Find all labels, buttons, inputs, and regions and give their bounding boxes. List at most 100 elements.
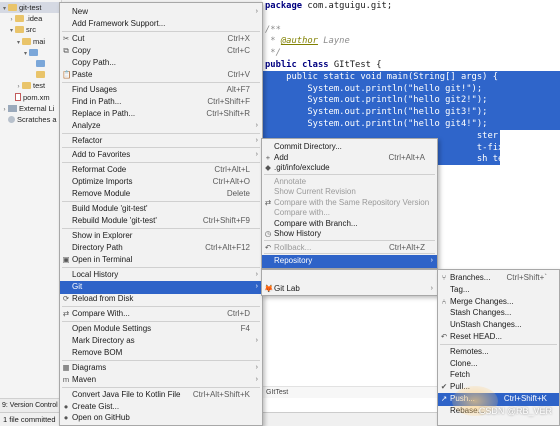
menu-item-optimize-imports[interactable]: Optimize Imports Ctrl+Alt+O xyxy=(60,176,262,189)
menu-item-build-module-git-test[interactable]: Build Module 'git-test' xyxy=(60,203,262,216)
menu-item-rebuild-module-git-test[interactable]: Rebuild Module 'git-test' Ctrl+Shift+F9 xyxy=(60,215,262,228)
tree-item[interactable] xyxy=(0,58,61,69)
reset-icon: ↶ xyxy=(440,332,448,341)
menu-item-remove-module[interactable]: Remove Module Delete xyxy=(60,188,262,201)
repo-item-stash-changes[interactable]: Stash Changes... xyxy=(438,307,559,320)
watermark: CSDN @RB_VER xyxy=(478,406,552,416)
tree-item-git-test[interactable]: ▾ git-test xyxy=(0,2,61,13)
menu-item-find-in-path[interactable]: Find in Path... Ctrl+Shift+F xyxy=(60,96,262,109)
tree-item-label: .idea xyxy=(26,14,43,24)
menu-item-mark-directory-as[interactable]: Mark Directory as › xyxy=(60,335,262,348)
menu-item-add-to-favorites[interactable]: Add to Favorites › xyxy=(60,149,262,162)
tree-item-scratches-a[interactable]: Scratches a xyxy=(0,114,61,125)
code-line: System.out.println("hello git!"); xyxy=(262,82,560,95)
repo-item-unstash-changes[interactable]: UnStash Changes... xyxy=(438,319,559,332)
menu-item-label: Git Lab xyxy=(274,284,300,293)
menu-item-label: Replace in Path... xyxy=(72,108,136,118)
tree-item-idea[interactable]: › .idea xyxy=(0,13,61,24)
compare-icon: ⇄ xyxy=(264,197,272,207)
menu-item-shortcut: Ctrl+V xyxy=(227,69,250,79)
menu-item-shortcut: Ctrl+D xyxy=(227,308,250,318)
history-icon: ◷ xyxy=(264,229,272,238)
menu-item-analyze[interactable]: Analyze › xyxy=(60,120,262,133)
tree-item-label: Scratches a xyxy=(17,115,57,124)
paste-icon: 📋 xyxy=(62,69,72,79)
menu-item-convert-java-file-to-kotlin-file[interactable]: Convert Java File to Kotlin File Ctrl+Alt… xyxy=(60,389,262,402)
menu-separator xyxy=(62,162,260,164)
folder-icon xyxy=(8,4,17,11)
code-line: /** xyxy=(265,24,281,35)
menu-item-copy[interactable]: ⧉ Copy Ctrl+C xyxy=(60,45,262,58)
menu-separator xyxy=(62,132,260,134)
menu-item-git[interactable]: Git › xyxy=(60,280,262,294)
menu-item-directory-path[interactable]: Directory Path Ctrl+Alt+F12 xyxy=(60,242,262,255)
menu-separator xyxy=(62,30,260,32)
menu-separator xyxy=(440,343,557,345)
menu-item-paste[interactable]: 📋 Paste Ctrl+V xyxy=(60,69,262,82)
tree-item-label: src xyxy=(26,25,36,35)
folder-icon xyxy=(15,26,24,34)
menu-item-label: Maven xyxy=(72,374,97,384)
scratch-icon xyxy=(8,116,15,123)
project-context-menu: New › Add Framework Support... ✂ Cut Ctrl+X ⧉ C… xyxy=(59,2,263,426)
menu-item-diagrams[interactable]: ▦ Diagrams › xyxy=(60,362,262,375)
code-line: public static void main(String[] args) { xyxy=(262,70,560,83)
code-line: System.out.println("hello git2!"); xyxy=(262,94,560,107)
push-icon: ↗ xyxy=(440,394,448,403)
menu-item-find-usages[interactable]: Find Usages Alt+F7 xyxy=(60,84,262,97)
menu-item-compare-with[interactable]: ⇄ Compare With... Ctrl+D xyxy=(60,308,262,321)
tree-item[interactable] xyxy=(0,69,61,80)
tree-item-pom-xm[interactable]: pom.xm xyxy=(0,92,61,103)
menu-item-label: Cut xyxy=(72,33,85,43)
git-item-git-lab[interactable]: 🦊 Git Lab › xyxy=(262,283,437,296)
maven-icon: m xyxy=(62,374,70,384)
menu-item-shortcut: Ctrl+Shift+F9 xyxy=(202,216,250,226)
tree-item-src[interactable]: ▾ src xyxy=(0,24,61,35)
menu-item-shortcut: Ctrl+Shift+` xyxy=(506,273,547,282)
menu-item-label: Add to Favorites xyxy=(72,150,131,160)
add-icon: + xyxy=(265,152,271,162)
repo-item-clone[interactable]: Clone... xyxy=(438,358,559,371)
repo-item-fetch[interactable]: Fetch xyxy=(438,369,559,382)
repo-item-branches[interactable]: ⑂ Branches... Ctrl+Shift+` xyxy=(438,272,559,285)
submenu-arrow-icon: › xyxy=(430,285,433,292)
menu-item-open-module-settings[interactable]: Open Module Settings F4 xyxy=(60,323,262,336)
menu-item-label: Remove Module xyxy=(72,189,131,199)
menu-item-shortcut: F4 xyxy=(240,323,250,333)
menu-item-local-history[interactable]: Local History › xyxy=(60,269,262,282)
menu-item-shortcut: Ctrl+X xyxy=(227,33,250,43)
tree-item[interactable]: ▾ xyxy=(0,47,61,58)
folder-icon xyxy=(22,82,31,90)
menu-item-open-in-terminal[interactable]: ▣ Open in Terminal xyxy=(60,254,262,267)
menu-item-cut[interactable]: ✂ Cut Ctrl+X xyxy=(60,33,262,46)
github-icon: ● xyxy=(63,401,69,411)
menu-separator xyxy=(62,147,260,149)
menu-item-label: Remotes... xyxy=(450,346,489,356)
tree-item-test[interactable]: › test xyxy=(0,80,61,91)
repo-item-tag[interactable]: Tag... xyxy=(438,284,559,297)
menu-item-reformat-code[interactable]: Reformat Code Ctrl+Alt+L xyxy=(60,164,262,177)
menu-separator xyxy=(62,305,260,307)
repo-item-merge-changes[interactable]: ⑃ Merge Changes... xyxy=(438,296,559,309)
menu-item-show-in-explorer[interactable]: Show in Explorer xyxy=(60,230,262,243)
repo-item-reset-head[interactable]: ↶ Reset HEAD... xyxy=(438,331,559,344)
tree-item-external-li[interactable]: › External Li xyxy=(0,103,61,114)
menu-item-maven[interactable]: m Maven › xyxy=(60,374,262,387)
menu-item-reload-from-disk[interactable]: ⟳ Reload from Disk xyxy=(60,293,262,306)
menu-item-replace-in-path[interactable]: Replace in Path... Ctrl+Shift+R xyxy=(60,108,262,121)
menu-item-add-framework-support[interactable]: Add Framework Support... xyxy=(60,18,262,31)
version-control-tool-tab[interactable]: 9: Version Control xyxy=(0,398,62,412)
lib-icon xyxy=(8,104,17,112)
menu-item-label: Stash Changes... xyxy=(450,308,512,318)
repo-item-remotes[interactable]: Remotes... xyxy=(438,346,559,359)
menu-item-refactor[interactable]: Refactor › xyxy=(60,135,262,148)
tree-item-mai[interactable]: ▾ mai xyxy=(0,36,61,47)
menu-item-label: Reformat Code xyxy=(72,165,127,175)
menu-item-new[interactable]: New › xyxy=(60,6,262,19)
menu-item-remove-bom[interactable]: Remove BOM xyxy=(60,347,262,360)
code-line: System.out.println("hello git3!"); xyxy=(262,106,560,119)
menu-item-create-gist[interactable]: ● Create Gist... xyxy=(60,401,262,414)
git-item-repository[interactable]: Repository › xyxy=(262,255,437,268)
menu-item-open-on-github[interactable]: ● Open on GitHub xyxy=(60,412,262,425)
menu-item-copy-path[interactable]: Copy Path... xyxy=(60,57,262,70)
